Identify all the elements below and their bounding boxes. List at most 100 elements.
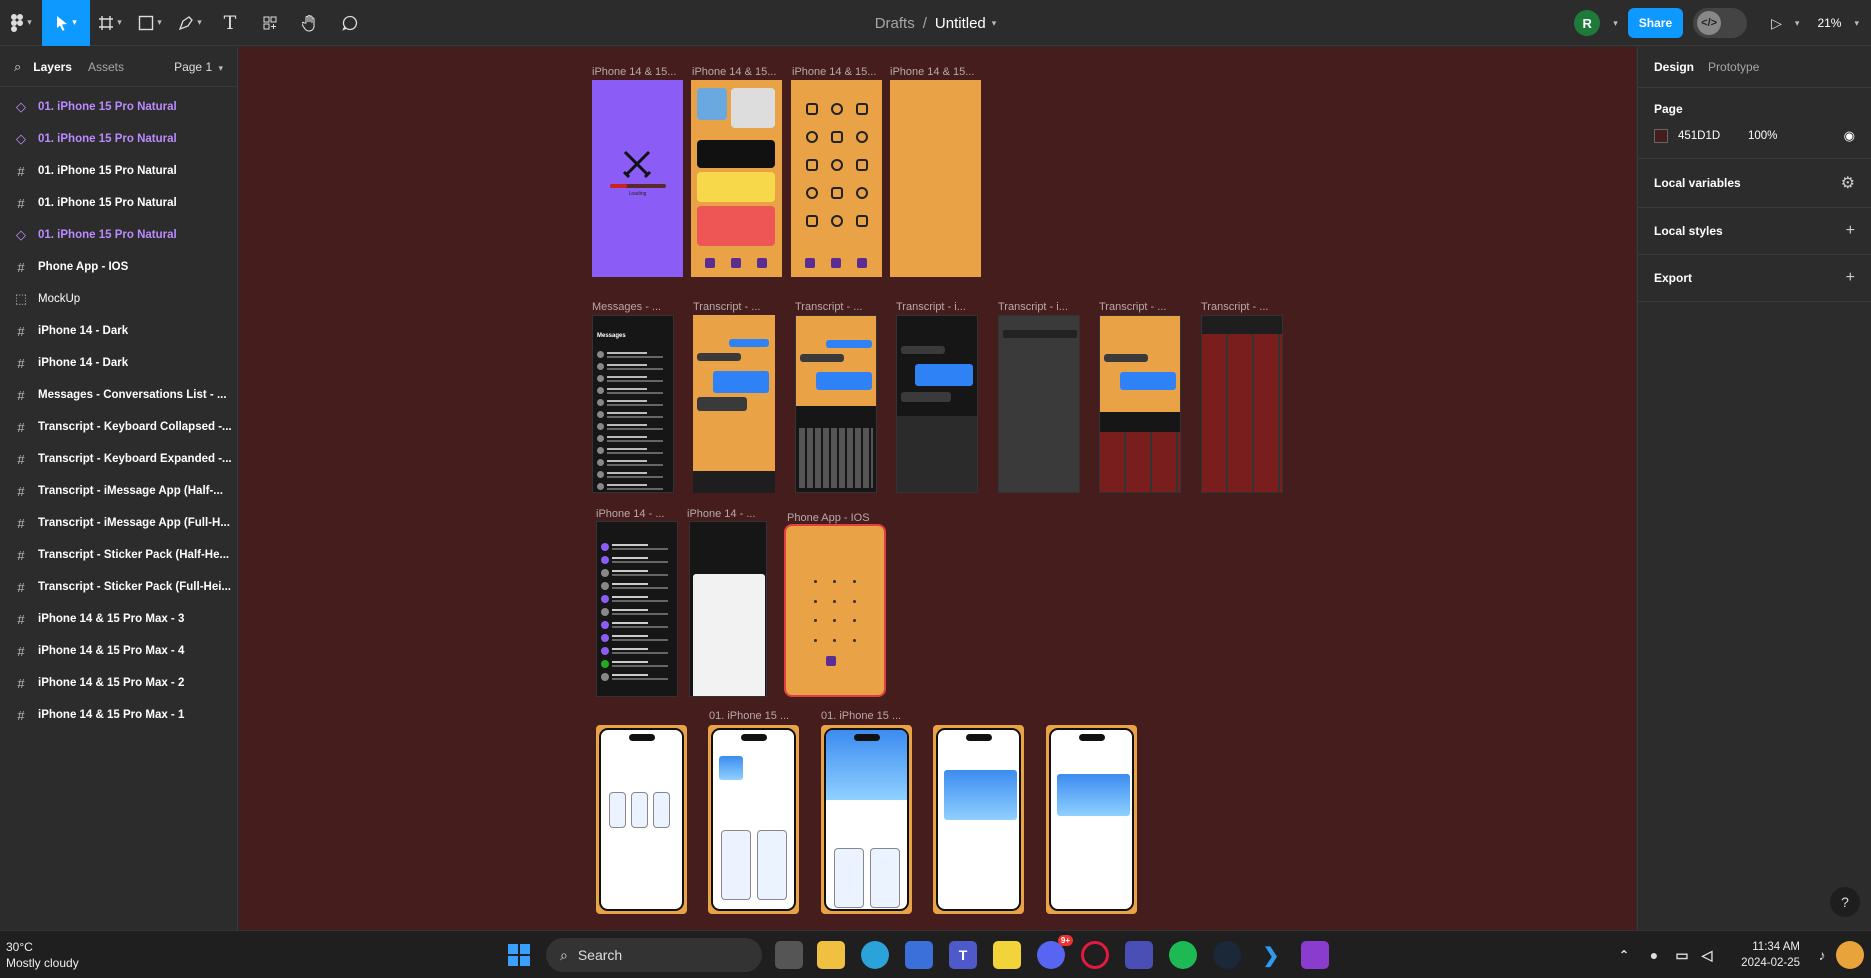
appstore-frame[interactable]: [596, 725, 687, 914]
file-name[interactable]: Untitled: [935, 15, 986, 32]
color-swatch[interactable]: [1654, 129, 1668, 143]
page-color-row[interactable]: 451D1D 100% ◉: [1638, 124, 1871, 158]
page-selector[interactable]: Page 1 ▾: [174, 60, 223, 74]
phone-frame-widgets[interactable]: [691, 80, 782, 277]
add-icon[interactable]: +: [1846, 222, 1855, 240]
notification-bell-icon[interactable]: ♪: [1808, 941, 1836, 969]
move-tool-icon[interactable]: ▾: [42, 0, 90, 46]
clock[interactable]: 11:34 AM 2024-02-25: [1720, 939, 1800, 971]
chevron-down-icon[interactable]: ▾: [1613, 18, 1618, 29]
hand-tool-icon[interactable]: [290, 0, 330, 46]
frame-label[interactable]: 01. iPhone 15 ...: [821, 710, 903, 722]
network-icon[interactable]: ▭: [1668, 941, 1696, 969]
layer-row[interactable]: ⬚ MockUp: [0, 283, 237, 315]
copilot-icon[interactable]: [1836, 941, 1864, 969]
layer-row[interactable]: #01. iPhone 15 Pro Natural: [0, 187, 237, 219]
appstore-frame[interactable]: [821, 725, 912, 914]
search-icon[interactable]: ⌕: [14, 59, 21, 75]
avatar[interactable]: R: [1574, 10, 1601, 36]
clipchamp-icon[interactable]: [1301, 941, 1329, 969]
teams-icon[interactable]: T: [949, 941, 977, 969]
appstore-frame[interactable]: [933, 725, 1024, 914]
layer-row[interactable]: # iPhone 14 - Dark: [0, 315, 237, 347]
layer-row[interactable]: # iPhone 14 - Dark: [0, 347, 237, 379]
transcript-sticker-half-frame[interactable]: [1099, 315, 1181, 493]
text-tool-icon[interactable]: T: [210, 0, 250, 46]
chevron-down-icon[interactable]: ▾: [1854, 18, 1859, 29]
layer-row[interactable]: # iPhone 14 & 15 Pro Max - 3: [0, 603, 237, 635]
iphone-dark-frame[interactable]: [596, 521, 678, 697]
chevron-down-icon[interactable]: ▾: [992, 18, 997, 29]
add-icon[interactable]: +: [1846, 269, 1855, 287]
shape-tool-icon[interactable]: ▾: [130, 0, 170, 46]
taskbar-search[interactable]: ⌕ Search: [546, 938, 762, 972]
page-opacity-value[interactable]: 100%: [1748, 130, 1777, 142]
store-icon[interactable]: [905, 941, 933, 969]
layer-row[interactable]: # Transcript - Sticker Pack (Full-Hei...: [0, 571, 237, 603]
frame-label[interactable]: Transcript - i...: [998, 301, 1080, 313]
layer-row[interactable]: # Transcript - iMessage App (Full-H...: [0, 507, 237, 539]
pen-tool-icon[interactable]: ▾: [170, 0, 210, 46]
frame-label[interactable]: Transcript - ...: [1099, 301, 1181, 313]
frame-tool-icon[interactable]: ▾: [90, 0, 130, 46]
layer-row[interactable]: # iPhone 14 & 15 Pro Max - 2: [0, 667, 237, 699]
frame-label[interactable]: Messages - ...: [592, 301, 674, 313]
windows-start-icon[interactable]: [505, 941, 533, 969]
chevron-down-icon[interactable]: ▾: [1795, 18, 1800, 29]
frame-label[interactable]: iPhone 14 & 15...: [692, 66, 780, 78]
local-styles-section[interactable]: Local styles +: [1638, 207, 1871, 254]
microphone-icon[interactable]: ●: [1640, 941, 1668, 969]
phone-frame-blank[interactable]: [890, 80, 981, 277]
comment-icon[interactable]: [330, 0, 370, 46]
zoom-level[interactable]: 21%: [1817, 16, 1841, 30]
layer-row[interactable]: ◇ 01. iPhone 15 Pro Natural: [0, 219, 237, 251]
weather-widget[interactable]: 30°C Mostly cloudy: [6, 939, 79, 971]
tab-assets[interactable]: Assets: [88, 60, 124, 74]
components-icon[interactable]: [250, 0, 290, 46]
layer-row[interactable]: # Phone App - IOS: [0, 251, 237, 283]
export-section[interactable]: Export +: [1638, 254, 1871, 302]
layer-row[interactable]: # iPhone 14 & 15 Pro Max - 4: [0, 635, 237, 667]
task-view-icon[interactable]: [775, 941, 803, 969]
vscode-icon[interactable]: ❯: [1257, 941, 1285, 969]
play-icon[interactable]: ▷: [1771, 15, 1782, 32]
teams-new-icon[interactable]: [1125, 941, 1153, 969]
layer-row[interactable]: ◇ 01. iPhone 15 Pro Natural: [0, 123, 237, 155]
phone-frame-loading[interactable]: Loading: [592, 80, 683, 277]
frame-label[interactable]: 01. iPhone 15 ...: [709, 710, 791, 722]
chevron-up-icon[interactable]: ⌃: [1610, 941, 1638, 969]
layer-row[interactable]: # Transcript - Sticker Pack (Half-He...: [0, 539, 237, 571]
transcript-imessage-full-frame[interactable]: [998, 315, 1080, 493]
phone-frame-icons[interactable]: [791, 80, 882, 277]
sticky-notes-icon[interactable]: [993, 941, 1021, 969]
layer-row[interactable]: # Messages - Conversations List - ...: [0, 379, 237, 411]
frame-label[interactable]: Transcript - ...: [795, 301, 877, 313]
transcript-sticker-full-frame[interactable]: [1201, 315, 1283, 493]
appstore-frame[interactable]: [1046, 725, 1137, 914]
frame-label[interactable]: iPhone 14 & 15...: [592, 66, 680, 78]
volume-icon[interactable]: ◁: [1693, 941, 1721, 969]
spotify-icon[interactable]: [1169, 941, 1197, 969]
frame-label[interactable]: iPhone 14 & 15...: [792, 66, 880, 78]
transcript-frame[interactable]: [693, 315, 775, 493]
frame-label[interactable]: Transcript - ...: [1201, 301, 1283, 313]
layer-row[interactable]: # Transcript - Keyboard Expanded -...: [0, 443, 237, 475]
messages-list-frame[interactable]: Messages: [592, 315, 674, 493]
layer-row[interactable]: # Transcript - Keyboard Collapsed -...: [0, 411, 237, 443]
edge-icon[interactable]: [861, 941, 889, 969]
iphone-dark-email-frame[interactable]: [689, 521, 767, 697]
frame-label[interactable]: Phone App - IOS: [787, 512, 883, 524]
layer-row[interactable]: # Transcript - iMessage App (Half-...: [0, 475, 237, 507]
frame-label[interactable]: iPhone 14 - ...: [687, 508, 767, 520]
phone-app-ios-frame[interactable]: [784, 524, 886, 697]
figma-menu-icon[interactable]: ▾: [0, 0, 42, 46]
frame-label[interactable]: Transcript - ...: [693, 301, 775, 313]
variables-settings-icon[interactable]: ⚙: [1841, 173, 1855, 193]
transcript-keyboard-frame[interactable]: [795, 315, 877, 493]
frame-label[interactable]: iPhone 14 - ...: [596, 508, 676, 520]
tab-layers[interactable]: Layers: [33, 60, 72, 74]
frame-label[interactable]: Transcript - i...: [896, 301, 978, 313]
help-button[interactable]: ?: [1830, 887, 1860, 917]
appstore-frame[interactable]: [708, 725, 799, 914]
tab-prototype[interactable]: Prototype: [1708, 60, 1759, 74]
